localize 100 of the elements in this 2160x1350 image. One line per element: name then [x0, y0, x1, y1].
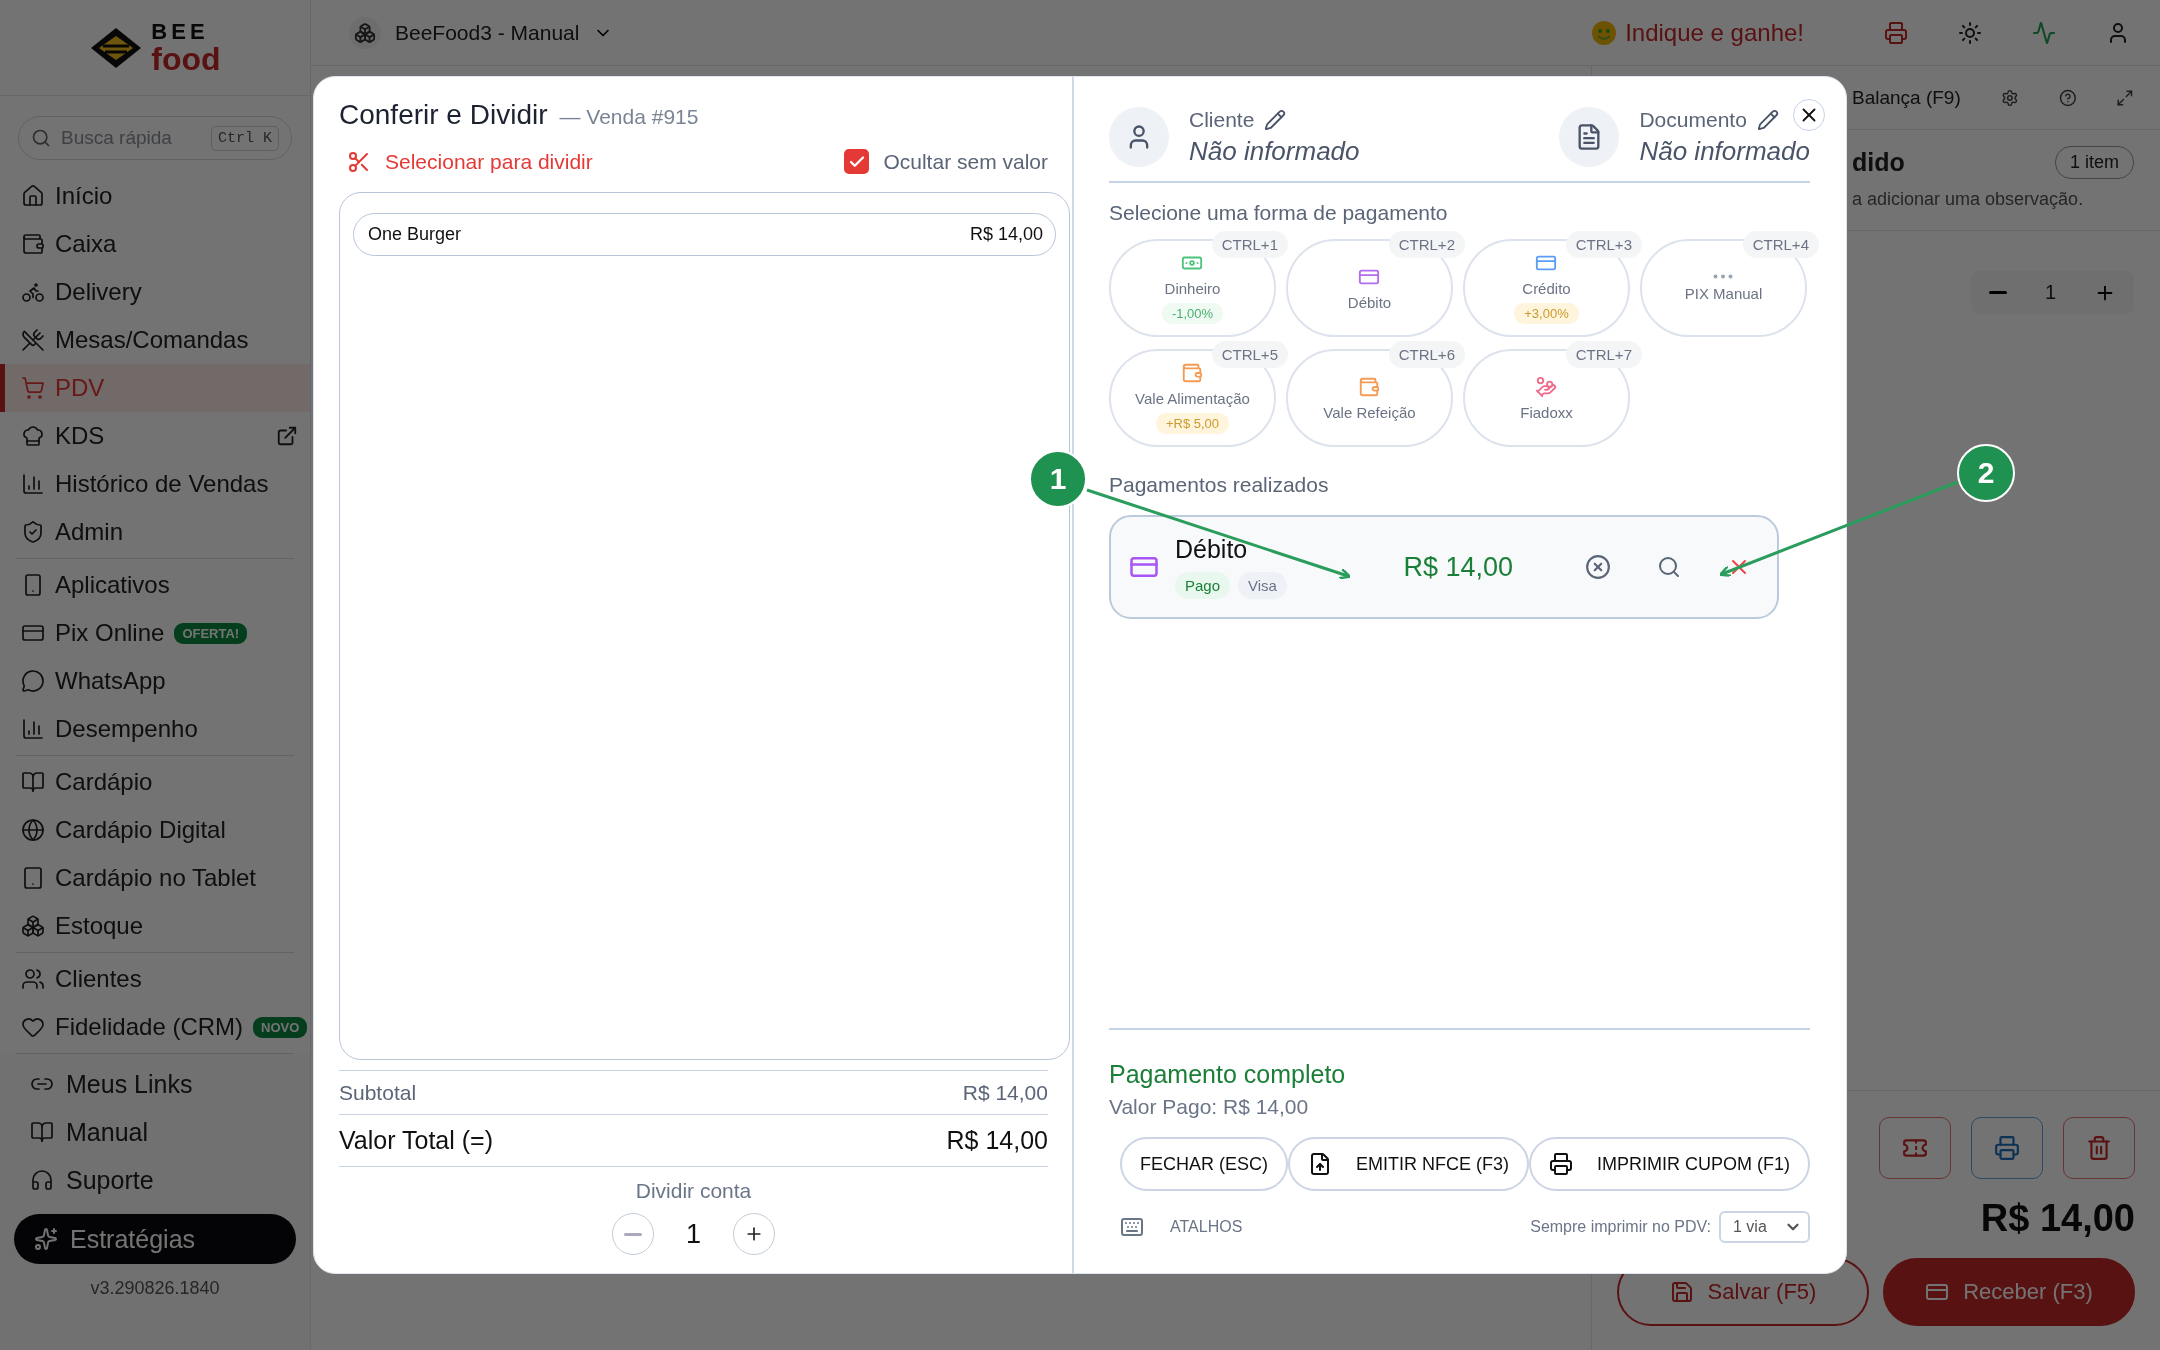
nav-item[interactable]: Cardápio — [0, 758, 310, 806]
action-button[interactable]: EMITIR NFCE (F3) — [1288, 1137, 1529, 1191]
sale-number: — Venda #915 — [559, 105, 699, 129]
section-title: Pagamentos realizados — [1109, 473, 1330, 497]
shortcut-chip: CTRL+6 — [1388, 341, 1465, 368]
shortcut-chip: CTRL+4 — [1742, 231, 1819, 258]
print-button[interactable] — [1971, 1117, 2043, 1179]
nav-item[interactable]: Clientes — [0, 955, 310, 1003]
item-count-badge: 1 item — [2054, 146, 2134, 179]
activity-icon[interactable] — [2032, 20, 2056, 45]
utensils-icon — [21, 328, 45, 352]
pencil-icon[interactable] — [1264, 108, 1287, 131]
printer-icon — [1994, 1135, 2020, 1161]
subtotal-label: Subtotal — [339, 1080, 417, 1105]
fee-chip: +R$ 5,00 — [1155, 413, 1230, 434]
circle-x-icon — [1585, 554, 1611, 580]
printer-icon[interactable] — [1884, 20, 1908, 45]
version-text: v3.290826.1840 — [89, 1278, 221, 1299]
receive-button[interactable]: Receber (F3) — [1883, 1258, 2135, 1326]
payment-status: Pagamento completo — [1109, 1060, 1347, 1089]
ticket-button[interactable] — [1879, 1117, 1951, 1179]
decrease-button[interactable] — [611, 1213, 654, 1255]
search-button[interactable] — [1657, 555, 1681, 579]
printer-icon — [1549, 1152, 1573, 1176]
nav-badge: OFERTA! — [174, 622, 248, 644]
file-upload-icon — [1308, 1152, 1332, 1176]
strategies-button[interactable]: Estratégias — [14, 1214, 296, 1264]
nav-item[interactable]: Estoque — [0, 902, 310, 950]
nav-item[interactable]: Histórico de Vendas — [0, 460, 310, 508]
select-to-split-link[interactable]: Selecionar para dividir — [347, 149, 593, 174]
logo-text: food — [151, 42, 221, 75]
pencil-icon[interactable] — [1756, 108, 1779, 131]
print-label: Sempre imprimir no PDV: — [1530, 1218, 1711, 1236]
trash-icon — [2086, 1135, 2112, 1161]
nav-item[interactable]: Suporte — [0, 1156, 310, 1204]
shortcuts-link[interactable]: ATALHOS — [1120, 1215, 1243, 1239]
fee-chip: +3,00% — [1514, 303, 1579, 324]
nav-badge: NOVO — [253, 1016, 308, 1038]
hide-empty-checkbox[interactable]: Ocultar sem valor — [844, 149, 1048, 174]
tablet-icon — [21, 866, 45, 890]
nav-item[interactable]: Delivery — [0, 268, 310, 316]
nav-item[interactable]: Cardápio Digital — [0, 806, 310, 854]
annotation-marker: 2 — [1957, 444, 2015, 502]
nav-item[interactable]: Meus Links — [0, 1060, 310, 1108]
shield-icon — [21, 520, 45, 544]
nav-item[interactable]: Admin — [0, 508, 310, 556]
increase-button[interactable] — [733, 1213, 775, 1255]
section-title: Selecione uma forma de pagamento — [1109, 201, 1449, 225]
nav-item[interactable]: Pix Online OFERTA! — [0, 609, 310, 657]
nav-item[interactable]: KDS — [0, 412, 310, 460]
keyboard-icon — [1120, 1215, 1144, 1239]
users-icon — [21, 967, 45, 991]
nav-item[interactable]: Mesas/Comandas — [0, 316, 310, 364]
store-name: BeeFood3 - Manual — [395, 20, 580, 45]
note-hint: a adicionar uma observação. — [1852, 189, 2085, 210]
bike-icon — [21, 280, 45, 304]
order-title: dido — [1852, 148, 1905, 177]
paid-amount: Valor Pago: R$ 14,00 — [1109, 1095, 1310, 1119]
delete-button[interactable] — [2063, 1117, 2135, 1179]
shortcut-chip: CTRL+1 — [1211, 231, 1288, 258]
book-icon — [30, 1120, 54, 1144]
nav-item[interactable]: Cardápio no Tablet — [0, 854, 310, 902]
close-button[interactable] — [1793, 99, 1825, 131]
nav-item[interactable]: PDV — [0, 364, 310, 412]
sun-icon[interactable] — [1958, 20, 1982, 45]
total-label: Valor Total (=) — [339, 1126, 493, 1155]
cart-icon — [21, 376, 45, 400]
split-count: 1 — [685, 1218, 701, 1250]
nav-item[interactable]: Fidelidade (CRM) NOVO — [0, 1003, 310, 1051]
search-icon — [31, 128, 51, 148]
action-button[interactable]: FECHAR (ESC) — [1120, 1137, 1288, 1191]
bar-chart-icon — [21, 472, 45, 496]
nav-item[interactable]: Manual — [0, 1108, 310, 1156]
shortcut-chip: CTRL+7 — [1565, 341, 1642, 368]
cancel-button[interactable] — [1585, 554, 1611, 580]
bar-chart-icon — [21, 717, 45, 741]
book-icon — [21, 770, 45, 794]
quantity-stepper[interactable]: 1 — [1970, 271, 2134, 314]
nav-item[interactable]: Caixa — [0, 220, 310, 268]
nav-item[interactable]: Aplicativos — [0, 561, 310, 609]
action-button[interactable]: IMPRIMIR CUPOM (F1) — [1529, 1137, 1810, 1191]
nav-item[interactable]: WhatsApp — [0, 657, 310, 705]
nav-item[interactable]: Desempenho — [0, 705, 310, 753]
total-value: R$ 14,00 — [946, 1126, 1048, 1155]
scale-button[interactable]: Balança (F9) — [1852, 86, 1961, 109]
payment-method: Débito — [1175, 535, 1249, 564]
minus-icon[interactable] — [1988, 291, 2007, 294]
shortcut-chip: CTRL+3 — [1565, 231, 1642, 258]
item-price: R$ 14,00 — [969, 224, 1043, 245]
logo-text: BEE — [151, 20, 210, 43]
shortcut-chip: CTRL+2 — [1388, 231, 1465, 258]
smiley-icon — [1591, 19, 1618, 46]
globe-icon — [21, 818, 45, 842]
store-logo-icon — [349, 16, 381, 49]
nav-item[interactable]: Início — [0, 172, 310, 220]
referral-link[interactable]: Indique e ganhe! — [1591, 18, 1804, 47]
copies-select[interactable]: 1 via — [1719, 1211, 1810, 1243]
wallet-icon — [21, 232, 45, 256]
subtotal-value: R$ 14,00 — [962, 1080, 1048, 1105]
field-value: Não informado — [1189, 135, 1360, 167]
